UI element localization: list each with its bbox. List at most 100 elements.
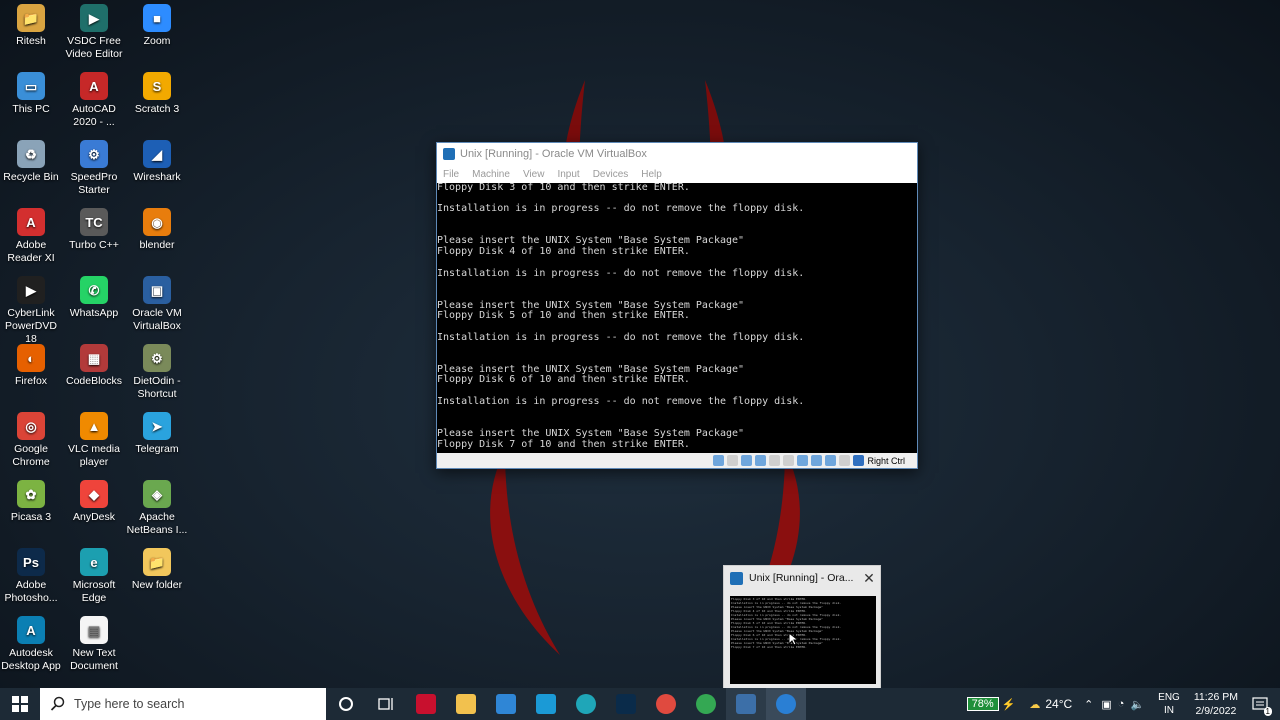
menu-input[interactable]: Input [557,169,579,180]
desktop-icon-anydesk[interactable]: ◆ AnyDesk [63,480,125,524]
vbox-title-bar[interactable]: Unix [Running] - Oracle VM VirtualBox [437,143,917,165]
taskbar-virtualbox[interactable] [726,688,766,720]
language-code: ENG [1158,692,1180,703]
vm-console[interactable]: Floppy Disk 3 of 10 and then strike ENTE… [437,183,917,453]
desktop-icon-label: Picasa 3 [10,511,52,523]
desktop-icon-speedpro-starter[interactable]: ⚙ SpeedPro Starter [63,140,125,197]
floppy-icon[interactable] [741,455,753,466]
cpu-icon[interactable] [825,455,837,466]
language-indicator[interactable]: ENG IN [1158,691,1180,717]
desktop-icon-turbo-c[interactable]: TC Turbo C++ [63,208,125,252]
shared-folders-icon[interactable] [783,455,795,466]
desktop-icon-new-text-document[interactable]: ▤ New Text Document [63,616,125,673]
device-icon[interactable]: ▣ [1101,698,1111,711]
menu-machine[interactable]: Machine [472,169,510,180]
hard-disk-icon[interactable] [713,455,725,466]
desktop-icon-apache-netbeans-i[interactable]: ◈ Apache NetBeans I... [126,480,188,537]
desktop-icon-scratch-3[interactable]: S Scratch 3 [126,72,188,116]
desktop-icon-picasa-3[interactable]: ✿ Picasa 3 [0,480,62,524]
app-icon: ◈ [143,480,171,508]
optical-drive-icon[interactable] [727,455,739,466]
taskbar-edge[interactable] [566,688,606,720]
desktop-icon-dietodin-shortcut[interactable]: ⚙ DietOdin - Shortcut [126,344,188,401]
host-key-icon[interactable] [853,455,865,466]
close-icon[interactable]: ✕ [858,570,880,587]
taskbar-file-explorer[interactable] [446,688,486,720]
desktop-icon-adobe-reader-xi[interactable]: A Adobe Reader XI [0,208,62,265]
desktop-icon-microsoft-edge[interactable]: e Microsoft Edge [63,548,125,605]
host-key-label: Right Ctrl [867,455,905,466]
charging-icon: ⚡ [1001,698,1016,711]
wifi-icon[interactable]: ◔ [1118,698,1125,710]
mail-icon [496,694,516,714]
console-line: Floppy Disk 4 of 10 and then strike ENTE… [437,246,690,258]
app-icon: ◉ [143,208,171,236]
clock[interactable]: 11:26 PM 2/9/2022 [1194,690,1238,718]
menu-file[interactable]: File [443,169,459,180]
desktop-icon-blender[interactable]: ◉ blender [126,208,188,252]
notification-center[interactable]: 1 [1252,696,1272,716]
desktop-icon-autocad-2020[interactable]: A AutoCAD 2020 - ... [63,72,125,129]
desktop-icon-oracle-vm-virtualbox[interactable]: ▣ Oracle VM VirtualBox [126,276,188,333]
taskbar-chrome-profile[interactable] [686,688,726,720]
task-view-button[interactable] [366,688,406,720]
taskbar-vbox-vm[interactable] [766,688,806,720]
app-icon: A [80,72,108,100]
app-icon: ✿ [17,480,45,508]
desktop-icon-firefox[interactable]: ◐ Firefox [0,344,62,388]
show-hidden-icons[interactable]: ⌃ [1084,698,1093,711]
taskbar-mcafee[interactable] [406,688,446,720]
desktop-icon-label: Zoom [143,35,171,47]
taskbar: Type here to search 78% ⚡ ☁ 24°C ⌃ ▣ ◔ 🔈… [0,688,1280,720]
desktop-icon-label: blender [139,239,175,251]
desktop-icon-autodesk-desktop-app[interactable]: A Autodesk Desktop App [0,616,62,673]
desktop-icon-ritesh[interactable]: 📁 Ritesh [0,4,62,48]
menu-devices[interactable]: Devices [593,169,629,180]
desktop-icon-telegram[interactable]: ➤ Telegram [126,412,188,456]
desktop-icon-this-pc[interactable]: ▭ This PC [0,72,62,116]
search-box[interactable]: Type here to search [40,688,326,720]
usb-icon[interactable] [769,455,781,466]
desktop-icon-cyberlink-powerdvd-18[interactable]: ▶ CyberLink PowerDVD 18 [0,276,62,346]
weather-widget[interactable]: ☁ 24°C [1029,697,1072,711]
desktop-icon-vlc-media-player[interactable]: ▲ VLC media player [63,412,125,469]
video-capture-icon[interactable] [811,455,823,466]
app-icon: TC [80,208,108,236]
edge-icon [576,694,596,714]
cortana-icon [339,697,353,711]
app-icon: ◎ [17,412,45,440]
preview-thumbnail[interactable]: Floppy Disk 3 of 10 and then strike ENTE… [730,596,876,684]
desktop-icon-label: New folder [131,579,183,591]
display-icon[interactable] [797,455,809,466]
menu-view[interactable]: View [523,169,545,180]
battery-indicator[interactable]: 78% ⚡ [966,697,1016,711]
taskbar-webex[interactable] [606,688,646,720]
desktop-icon-google-chrome[interactable]: ◎ Google Chrome [0,412,62,469]
network-icon[interactable] [755,455,767,466]
desktop-icon-zoom[interactable]: ■ Zoom [126,4,188,48]
desktop-icon-recycle-bin[interactable]: ♻ Recycle Bin [0,140,62,184]
desktop-icon-vsdc-free-video-editor[interactable]: ▶ VSDC Free Video Editor [63,4,125,61]
vbox-status-bar: Right Ctrl [437,453,917,468]
taskbar-app-red[interactable] [646,688,686,720]
taskbar-mail[interactable] [486,688,526,720]
volume-icon[interactable]: 🔈 [1130,698,1144,711]
taskbar-app-l[interactable] [526,688,566,720]
desktop-icon-codeblocks[interactable]: ▦ CodeBlocks [63,344,125,388]
vbox-title: Unix [Running] - Oracle VM VirtualBox [460,148,647,160]
desktop-icon-wireshark[interactable]: ◢ Wireshark [126,140,188,184]
desktop-icon-whatsapp[interactable]: ✆ WhatsApp [63,276,125,320]
thumb-line: Floppy Disk 7 of 10 and then strike ENTE… [731,645,807,649]
desktop-icon-new-folder[interactable]: 📁 New folder [126,548,188,592]
start-button[interactable] [0,688,40,720]
mouse-integration-icon[interactable] [839,455,851,466]
webex-icon [616,694,636,714]
cortana-button[interactable] [326,688,366,720]
menu-help[interactable]: Help [641,169,662,180]
desktop-icon-label: SpeedPro Starter [70,171,118,196]
clock-time: 11:26 PM [1193,691,1238,703]
taskbar-preview[interactable]: Unix [Running] - Ora... ✕ Floppy Disk 3 … [723,565,881,690]
desktop-icon-adobe-photosho[interactable]: Ps Adobe Photosho... [0,548,62,605]
region-code: IN [1163,705,1174,716]
virtualbox-window[interactable]: Unix [Running] - Oracle VM VirtualBox Fi… [436,142,918,469]
